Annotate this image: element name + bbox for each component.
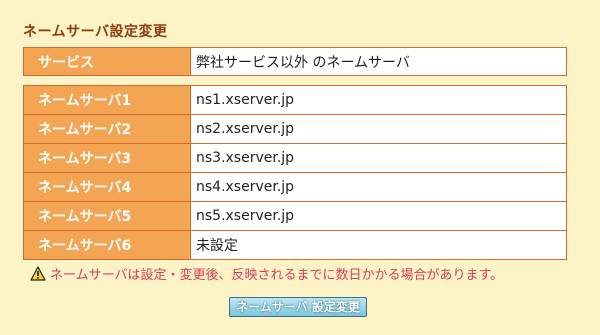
service-label: サービス	[23, 47, 191, 76]
page-title: ネームサーバ設定変更	[23, 24, 168, 40]
nameserver-3-value: ns3.xserver.jp	[190, 143, 567, 173]
nameserver-row-2: ネームサーバ2 ns2.xserver.jp	[23, 114, 567, 144]
nameserver-row-5: ネームサーバ5 ns5.xserver.jp	[23, 201, 567, 231]
nameserver-1-value: ns1.xserver.jp	[190, 85, 567, 115]
nameserver-2-value: ns2.xserver.jp	[190, 114, 567, 144]
nameserver-5-value: ns5.xserver.jp	[190, 201, 567, 231]
nameserver-2-label: ネームサーバ2	[23, 114, 191, 144]
nameserver-1-label: ネームサーバ1	[23, 85, 191, 115]
nameserver-5-label: ネームサーバ5	[23, 201, 191, 231]
notice: ネームサーバは設定・変更後、反映されるまでに数日かかる場合があります。	[30, 264, 503, 283]
service-table: サービス 弊社サービス以外 のネームサーバ	[23, 47, 567, 76]
nameserver-6-value: 未設定	[190, 230, 567, 260]
nameserver-6-label: ネームサーバ6	[23, 230, 191, 260]
nameserver-table: ネームサーバ1 ns1.xserver.jp ネームサーバ2 ns2.xserv…	[23, 85, 567, 260]
nameserver-row-6: ネームサーバ6 未設定	[23, 230, 567, 260]
nameserver-3-label: ネームサーバ3	[23, 143, 191, 173]
notice-text: ネームサーバは設定・変更後、反映されるまでに数日かかる場合があります。	[50, 268, 504, 283]
nameserver-4-label: ネームサーバ4	[23, 172, 191, 202]
service-value: 弊社サービス以外 のネームサーバ	[190, 47, 567, 76]
warning-icon	[30, 266, 46, 281]
nameserver-row-1: ネームサーバ1 ns1.xserver.jp	[23, 85, 567, 115]
change-nameserver-button[interactable]: ネームサーバ 設定変更	[229, 297, 367, 317]
service-row: サービス 弊社サービス以外 のネームサーバ	[23, 47, 567, 76]
nameserver-row-3: ネームサーバ3 ns3.xserver.jp	[23, 143, 567, 173]
nameserver-4-value: ns4.xserver.jp	[190, 172, 567, 202]
nameserver-row-4: ネームサーバ4 ns4.xserver.jp	[23, 172, 567, 202]
